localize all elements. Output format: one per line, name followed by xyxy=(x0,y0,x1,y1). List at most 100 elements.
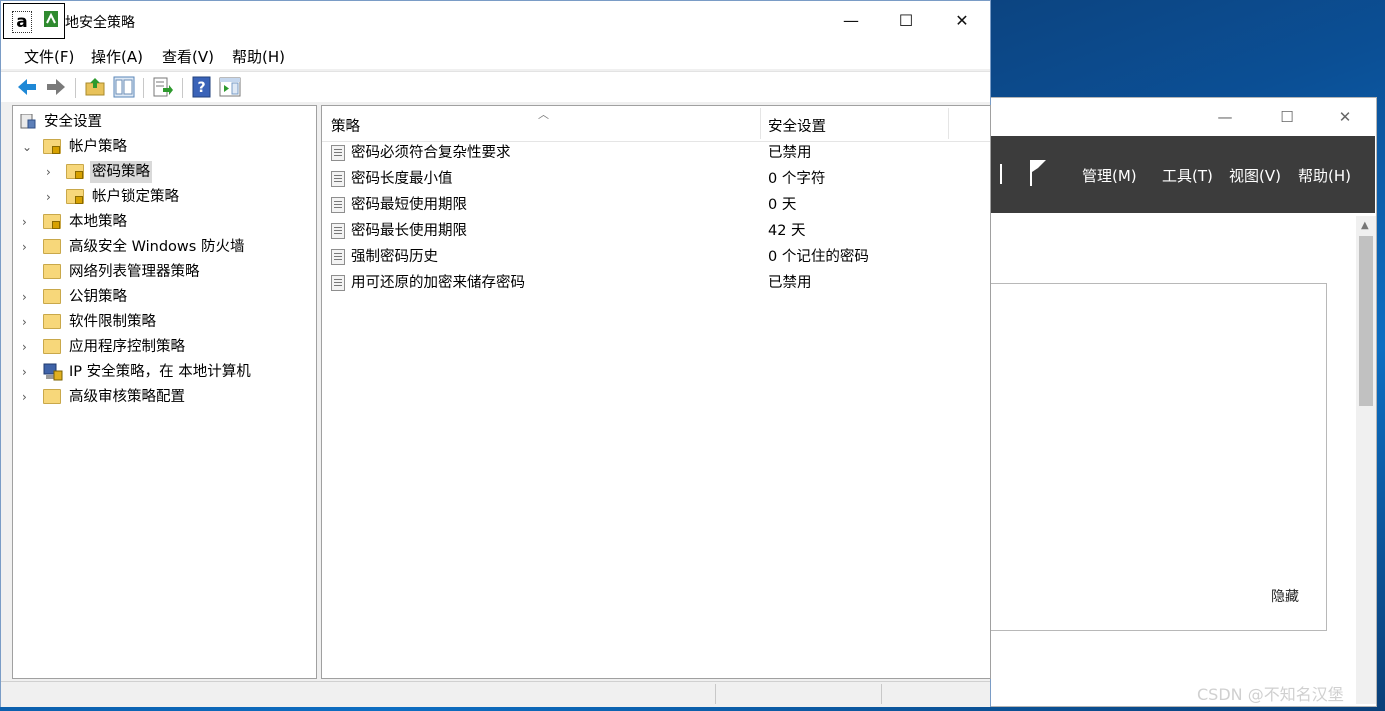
back-arrow-icon[interactable] xyxy=(16,76,38,98)
folder-lock-icon xyxy=(66,189,84,204)
tree-label: 帐户策略 xyxy=(69,139,127,155)
expand-chevron-icon[interactable]: › xyxy=(22,311,34,333)
policy-setting: 0 个字符 xyxy=(768,171,826,187)
menu-file[interactable]: 文件(F) xyxy=(24,46,74,67)
list-row[interactable]: 密码最长使用期限 42 天 xyxy=(322,218,990,244)
folder-icon xyxy=(43,289,61,304)
expand-chevron-icon[interactable]: › xyxy=(46,161,58,183)
bg-menu-help[interactable]: 帮助(H) xyxy=(1298,165,1351,186)
tree-label: 密码策略 xyxy=(90,161,152,183)
policy-setting: 已禁用 xyxy=(768,145,812,161)
system-menu-icon[interactable]: a xyxy=(3,3,65,39)
tree-label: 高级安全 Windows 防火墙 xyxy=(69,239,245,255)
ip-security-icon xyxy=(43,363,63,381)
policy-name: 用可还原的加密来储存密码 xyxy=(351,275,525,291)
help-icon[interactable]: ? xyxy=(191,76,213,98)
folder-icon xyxy=(43,264,61,279)
toolbar-separator xyxy=(182,78,183,98)
local-security-policy-window[interactable]: a 地安全策略 — ☐ ✕ 文件(F) 操作(A) 查看(V) 帮助(H) ? … xyxy=(0,0,991,707)
policy-item-icon xyxy=(331,145,345,161)
list-header: ︿ 策略 安全设置 xyxy=(322,106,990,142)
bg-header-bar: 管理(M) 工具(T) 视图(V) 帮助(H) xyxy=(990,136,1375,213)
column-header-policy[interactable]: 策略 xyxy=(331,115,360,136)
server-manager-window[interactable]: — ☐ ✕ 管理(M) 工具(T) 视图(V) 帮助(H) 隐藏 ▲ xyxy=(990,97,1377,707)
folder-lock-icon xyxy=(43,139,61,154)
bg-menu-tools[interactable]: 工具(T) xyxy=(1162,165,1213,186)
security-policy-app-icon xyxy=(44,11,58,27)
folder-icon xyxy=(43,389,61,404)
column-header-setting[interactable]: 安全设置 xyxy=(768,115,826,136)
console-tree[interactable]: 安全设置 ⌄ 帐户策略 › 密码策略 › 帐户锁定策略 › 本地策略 › 高级安… xyxy=(12,105,317,679)
tree-label: 应用程序控制策略 xyxy=(69,339,185,355)
menu-help[interactable]: 帮助(H) xyxy=(232,46,285,67)
policy-setting: 0 个记住的密码 xyxy=(768,249,869,265)
maximize-button[interactable]: ☐ xyxy=(878,5,934,37)
policy-item-icon xyxy=(331,223,345,239)
bg-content-panel xyxy=(990,283,1327,631)
list-row[interactable]: 用可还原的加密来储存密码 已禁用 xyxy=(322,270,990,296)
policy-name: 强制密码历史 xyxy=(351,249,438,265)
minimize-button[interactable]: — xyxy=(823,5,879,37)
expand-chevron-icon[interactable]: › xyxy=(22,236,34,258)
tree-label: 本地策略 xyxy=(69,214,127,230)
policy-name: 密码必须符合复杂性要求 xyxy=(351,145,511,161)
policy-name: 密码最长使用期限 xyxy=(351,223,467,239)
bg-close-button[interactable]: ✕ xyxy=(1322,104,1368,130)
show-hide-tree-icon[interactable] xyxy=(113,76,135,98)
bg-separator xyxy=(1000,164,1002,184)
policy-setting: 0 天 xyxy=(768,197,797,213)
collapse-chevron-icon[interactable]: ⌄ xyxy=(22,136,34,158)
folder-icon xyxy=(43,239,61,254)
sort-up-icon: ︿ xyxy=(538,108,549,121)
hide-link[interactable]: 隐藏 xyxy=(1271,586,1299,606)
scroll-up-icon[interactable]: ▲ xyxy=(1361,220,1369,231)
tree-label: 安全设置 xyxy=(44,114,102,130)
window-title: 地安全策略 xyxy=(65,15,135,31)
policy-item-icon xyxy=(331,197,345,213)
expand-chevron-icon[interactable]: › xyxy=(46,186,58,208)
security-settings-icon xyxy=(20,114,36,129)
bg-menu-view[interactable]: 视图(V) xyxy=(1229,165,1281,186)
expand-chevron-icon[interactable]: › xyxy=(22,361,34,383)
policy-list[interactable]: ︿ 策略 安全设置 密码必须符合复杂性要求 已禁用 密码长度最小值 0 个字符 … xyxy=(321,105,991,679)
tree-label: 帐户锁定策略 xyxy=(92,189,179,205)
status-section xyxy=(881,684,990,704)
status-section xyxy=(715,684,881,704)
menu-view[interactable]: 查看(V) xyxy=(162,46,214,67)
scroll-thumb[interactable] xyxy=(1359,236,1373,406)
toolbar-separator xyxy=(75,78,76,98)
menu-action[interactable]: 操作(A) xyxy=(91,46,143,67)
tree-label: 高级审核策略配置 xyxy=(69,389,185,405)
export-list-icon[interactable] xyxy=(152,76,174,98)
forward-arrow-icon[interactable] xyxy=(45,76,67,98)
notifications-flag-icon[interactable] xyxy=(1028,158,1048,188)
close-button[interactable]: ✕ xyxy=(934,5,990,37)
folder-lock-icon xyxy=(66,164,84,179)
policy-setting: 已禁用 xyxy=(768,275,812,291)
toolbar-separator xyxy=(143,78,144,98)
policy-item-icon xyxy=(331,171,345,187)
text-cursor-icon: a xyxy=(12,11,32,33)
list-row[interactable]: 强制密码历史 0 个记住的密码 xyxy=(322,244,990,270)
expand-chevron-icon[interactable]: › xyxy=(22,336,34,358)
up-folder-icon[interactable] xyxy=(84,76,106,98)
bg-vertical-scrollbar[interactable]: ▲ xyxy=(1356,216,1376,704)
list-row[interactable]: 密码必须符合复杂性要求 已禁用 xyxy=(322,140,990,166)
expand-chevron-icon[interactable]: › xyxy=(22,286,34,308)
bg-menu-manage[interactable]: 管理(M) xyxy=(1082,165,1137,186)
bg-minimize-button[interactable]: — xyxy=(1202,104,1248,130)
list-row[interactable]: 密码长度最小值 0 个字符 xyxy=(322,166,990,192)
watermark: CSDN @不知名汉堡 xyxy=(1197,685,1344,704)
action-pane-icon[interactable] xyxy=(219,76,241,98)
expand-chevron-icon[interactable]: › xyxy=(22,386,34,408)
toolbar: ? xyxy=(1,71,990,102)
column-divider[interactable] xyxy=(760,108,761,139)
policy-item-icon xyxy=(331,249,345,265)
list-row[interactable]: 密码最短使用期限 0 天 xyxy=(322,192,990,218)
policy-name: 密码最短使用期限 xyxy=(351,197,467,213)
tree-label: 网络列表管理器策略 xyxy=(69,264,200,280)
bg-maximize-button[interactable]: ☐ xyxy=(1264,104,1310,130)
expand-chevron-icon[interactable]: › xyxy=(22,211,34,233)
column-divider[interactable] xyxy=(948,108,949,139)
policy-setting: 42 天 xyxy=(768,223,806,239)
